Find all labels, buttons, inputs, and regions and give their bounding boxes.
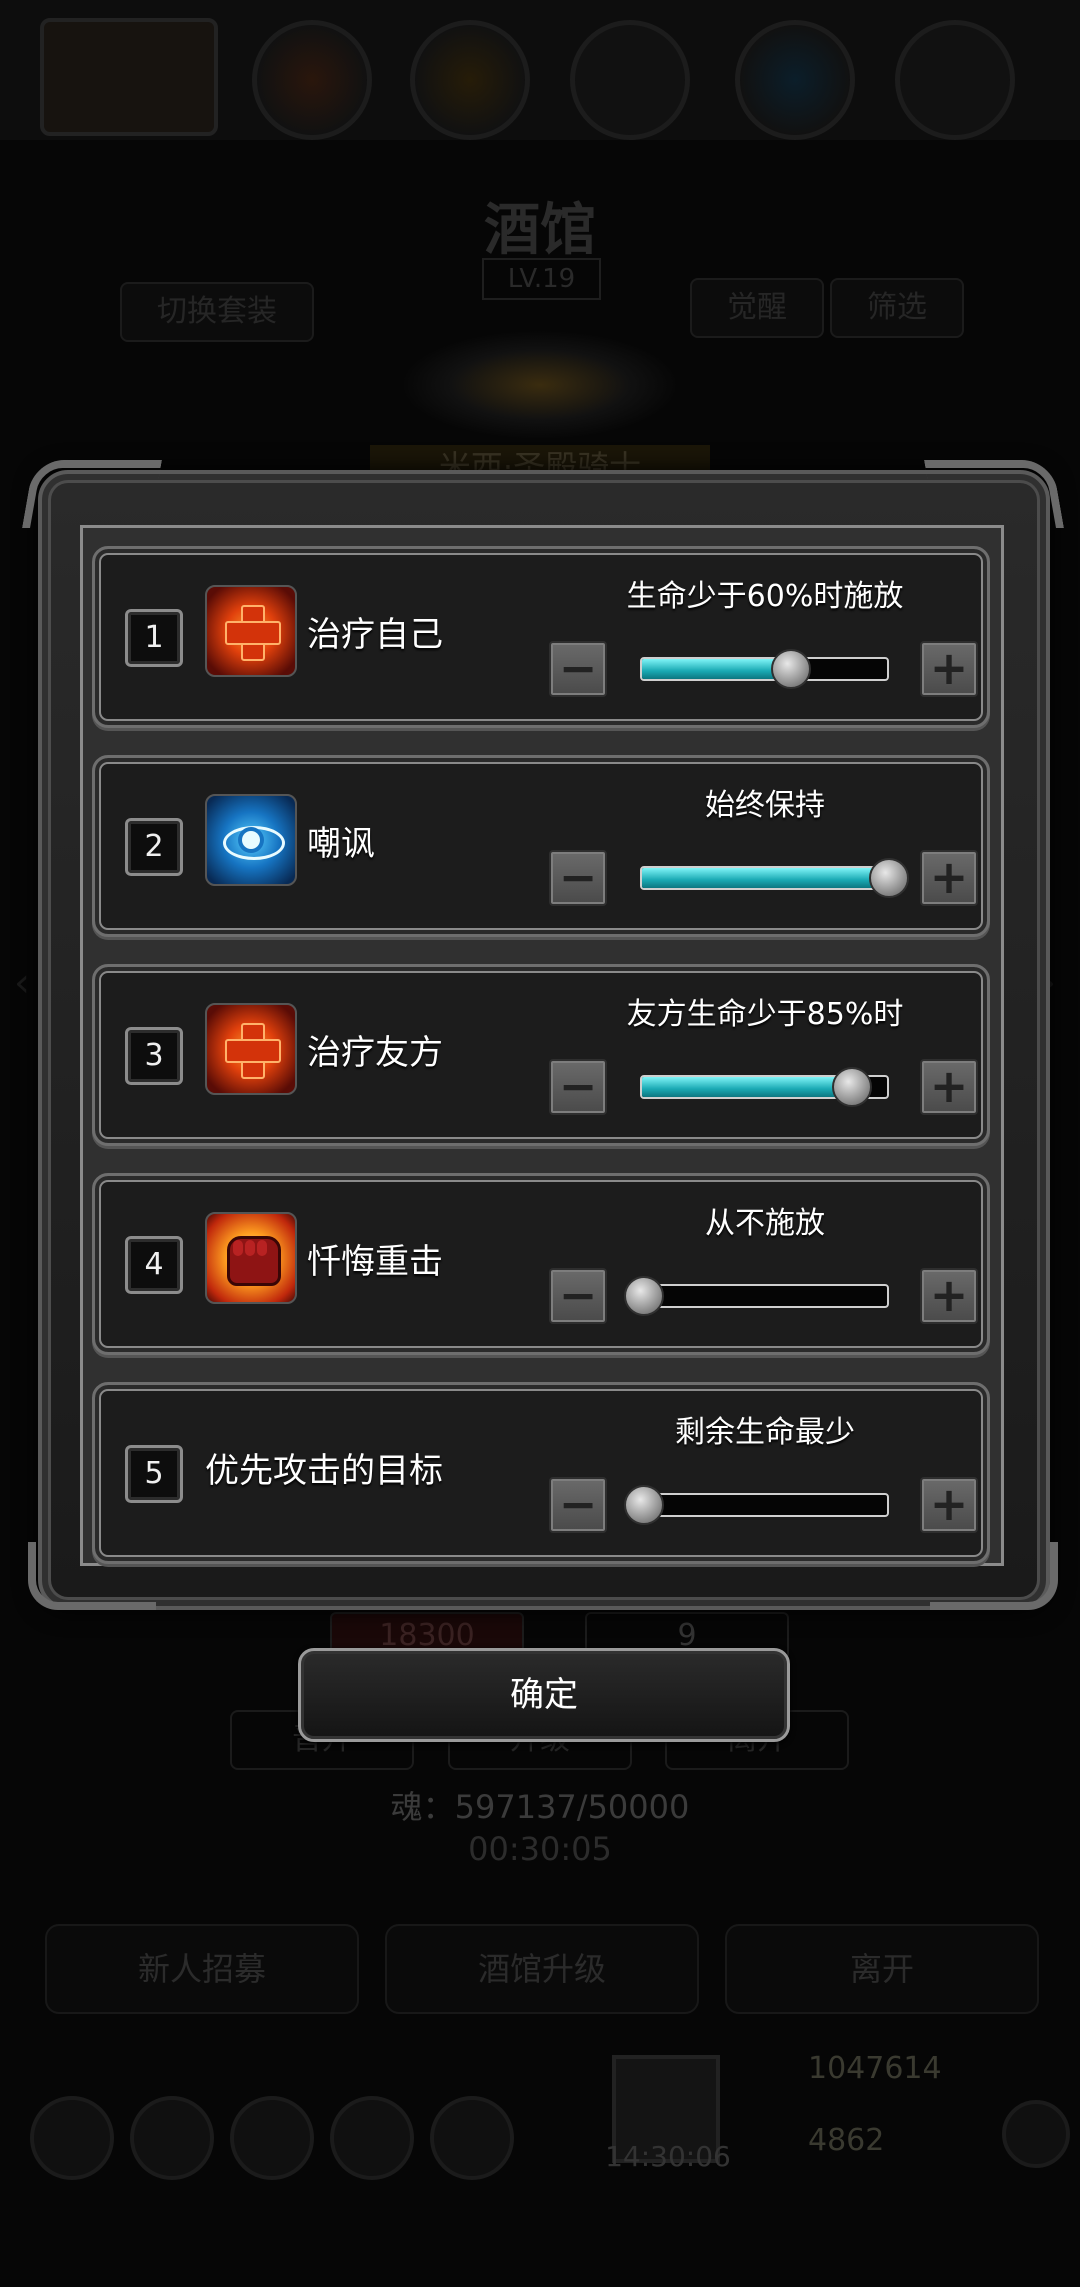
fist-icon	[205, 1212, 297, 1304]
slider-fill	[642, 659, 789, 679]
condition-slider[interactable]	[624, 1276, 889, 1316]
emblem-icon	[400, 330, 680, 440]
hero-slot-icon[interactable]	[570, 20, 690, 140]
skill-row: 2 嘲讽 始终保持 − +	[92, 755, 990, 937]
target-condition: 剩余生命最少	[675, 1415, 855, 1450]
heal-icon	[205, 1003, 297, 1095]
page-title: 酒馆	[484, 198, 596, 263]
slider-thumb[interactable]	[869, 858, 909, 898]
menu-icon[interactable]	[130, 2096, 214, 2180]
increase-button[interactable]: +	[920, 1059, 978, 1115]
level-badge: LV.19	[482, 258, 601, 300]
taunt-eye-icon	[205, 794, 297, 886]
menu-icon[interactable]	[430, 2096, 514, 2180]
decrease-button[interactable]: −	[549, 1477, 607, 1533]
recruit-button[interactable]: 新人招募	[45, 1924, 359, 2014]
avatar[interactable]	[40, 18, 218, 136]
skill-name: 治疗自己	[307, 615, 443, 655]
cast-condition: 友方生命少于85%时	[626, 997, 904, 1032]
priority-number: 3	[125, 1027, 183, 1085]
filter-button[interactable]: 筛选	[830, 278, 964, 338]
decrease-button[interactable]: −	[549, 641, 607, 697]
priority-number: 2	[125, 818, 183, 876]
decrease-button[interactable]: −	[549, 850, 607, 906]
menu-icon[interactable]	[30, 2096, 114, 2180]
priority-number: 5	[125, 1445, 183, 1503]
priority-number: 4	[125, 1236, 183, 1294]
slider-thumb[interactable]	[832, 1067, 873, 1107]
add-icon[interactable]	[1002, 2100, 1070, 2168]
slider-thumb[interactable]	[624, 1276, 664, 1316]
cast-condition: 从不施放	[705, 1206, 825, 1241]
gold-amount: 1047614	[808, 2051, 942, 2086]
condition-slider[interactable]	[624, 1485, 889, 1525]
switch-outfit-button[interactable]: 切换套装	[120, 282, 314, 342]
gift-timer: 14:30:06	[605, 2140, 731, 2173]
increase-button[interactable]: +	[920, 1268, 978, 1324]
slider-fill	[642, 1077, 851, 1097]
increase-button[interactable]: +	[920, 641, 978, 697]
skill-name: 治疗友方	[307, 1033, 443, 1073]
left-arrow-icon[interactable]: ‹	[14, 960, 30, 1006]
frame-ornament	[924, 460, 1064, 528]
countdown-timer: 00:30:05	[468, 1830, 612, 1868]
skill-name: 忏悔重击	[307, 1242, 443, 1282]
hero-slot-icon[interactable]	[252, 20, 372, 140]
condition-slider[interactable]	[640, 649, 889, 689]
awaken-button[interactable]: 觉醒	[690, 278, 824, 338]
decrease-button[interactable]: −	[549, 1059, 607, 1115]
skill-row: 1 治疗自己 生命少于60%时施放 − +	[92, 546, 990, 728]
tavern-upgrade-button[interactable]: 酒馆升级	[385, 1924, 699, 2014]
heal-icon	[205, 585, 297, 677]
slider-fill	[642, 868, 887, 888]
leave-button[interactable]: 离开	[725, 1924, 1039, 2014]
target-priority-label: 优先攻击的目标	[205, 1451, 443, 1491]
skill-row: 3 治疗友方 友方生命少于85%时 − +	[92, 964, 990, 1146]
increase-button[interactable]: +	[920, 1477, 978, 1533]
cast-condition: 生命少于60%时施放	[626, 579, 904, 614]
frame-ornament	[22, 460, 162, 528]
condition-slider[interactable]	[640, 858, 909, 898]
skill-row: 4 忏悔重击 从不施放 − +	[92, 1173, 990, 1355]
priority-number: 1	[125, 609, 183, 667]
skill-row: 5 优先攻击的目标 剩余生命最少 − +	[92, 1382, 990, 1564]
decrease-button[interactable]: −	[549, 1268, 607, 1324]
increase-button[interactable]: +	[920, 850, 978, 906]
menu-icon[interactable]	[330, 2096, 414, 2180]
hero-slot-icon[interactable]	[895, 20, 1015, 140]
hero-slot-icon[interactable]	[410, 20, 530, 140]
skill-name: 嘲讽	[307, 824, 375, 864]
condition-slider[interactable]	[640, 1067, 889, 1107]
menu-icon[interactable]	[230, 2096, 314, 2180]
slider-thumb[interactable]	[624, 1485, 664, 1525]
slider-thumb[interactable]	[771, 649, 811, 689]
cast-condition: 始终保持	[705, 788, 825, 823]
gem-amount: 4862	[808, 2123, 885, 2158]
soul-counter: 魂：597137/50000	[390, 1788, 690, 1826]
confirm-button[interactable]: 确定	[298, 1648, 790, 1742]
hero-slot-icon[interactable]	[735, 20, 855, 140]
